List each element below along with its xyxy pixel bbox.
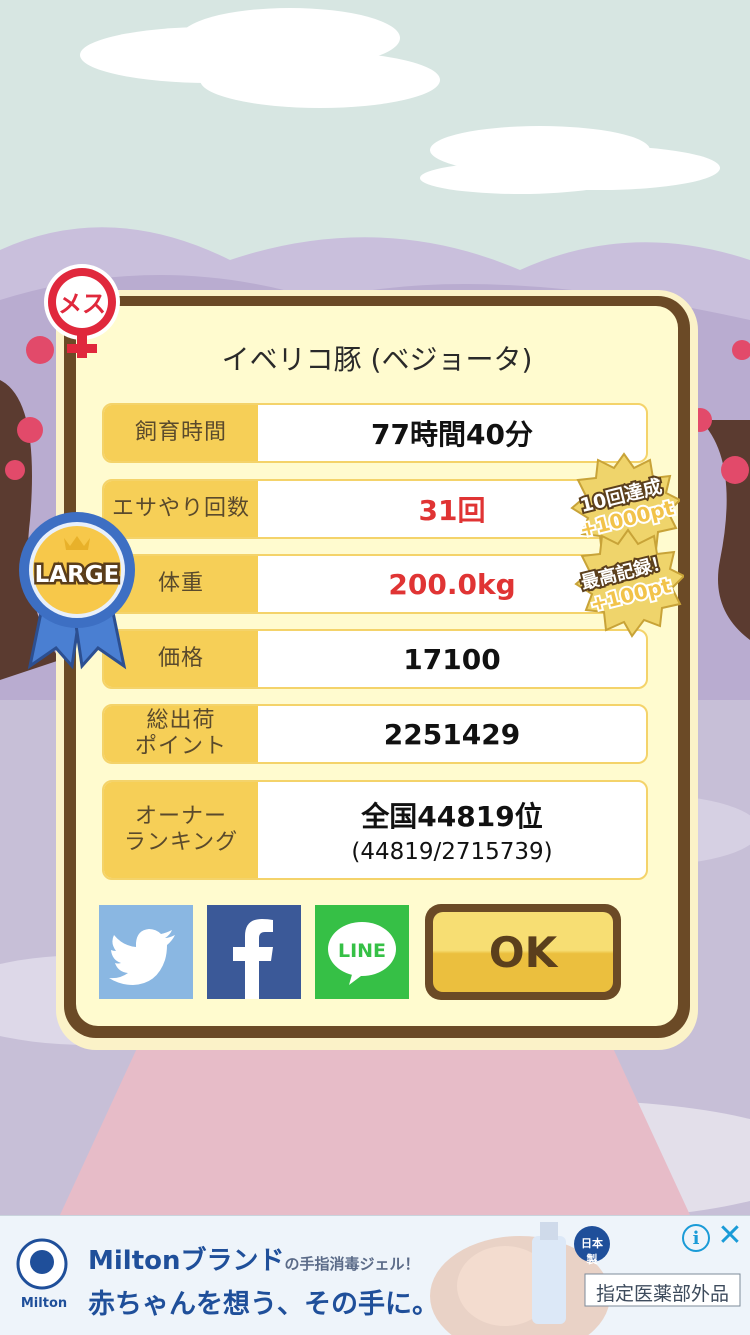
ad-banner[interactable]: Milton Miltonブランドの手指消毒ジェル！ 赤ちゃんを想う、その手に。… (0, 1215, 750, 1335)
twitter-share-button[interactable] (99, 905, 193, 999)
ad-category-label: 指定医薬部外品 (595, 1283, 729, 1305)
stat-row-weight: 体重 200.0kg (102, 554, 648, 614)
ad-info-icon[interactable]: i (682, 1224, 710, 1252)
stat-row-price: 価格 17100 (102, 629, 648, 689)
ok-button[interactable]: OK (425, 904, 621, 1000)
facebook-f-icon (233, 919, 273, 999)
ad-brand: Miltonブランドの手指消毒ジェル！ (88, 1240, 420, 1277)
stat-label-points: 総出荷 ポイント (104, 706, 258, 762)
stat-label-ranking: オーナー ランキング (104, 782, 258, 878)
ad-brand-name: Miltonブランド (88, 1246, 285, 1276)
line-share-button[interactable]: LINE (315, 905, 409, 999)
stat-label-time: 飼育時間 (104, 405, 258, 461)
ad-headline: 赤ちゃんを想う、その手に。 (88, 1289, 439, 1320)
female-badge: メス (36, 262, 128, 362)
record-achievement-badge: 最高記録！ +100pt (572, 528, 686, 640)
stat-label-ranking-line1: オーナー (134, 804, 227, 829)
ranking-national: 全国44819位 (361, 800, 543, 833)
stat-row-feed: エサやり回数 31回 (102, 479, 648, 539)
twitter-bird-icon (109, 929, 175, 985)
stat-row-ranking: オーナー ランキング 全国44819位 (44819/2715739) (102, 780, 648, 880)
stat-label-points-line1: 総出荷 (146, 708, 216, 733)
stat-row-time: 飼育時間 77時間40分 (102, 403, 648, 463)
large-ribbon-badge: LARGE (16, 498, 138, 670)
ad-close-icon[interactable]: ✕ (716, 1221, 744, 1251)
stat-value-points: 2251429 (383, 717, 521, 751)
stat-label-ranking-line2: ランキング (123, 830, 239, 855)
large-ribbon-label: LARGE (35, 562, 120, 588)
ad-brand-sub: の手指消毒ジェル！ (284, 1255, 420, 1273)
line-icon: LINE (328, 922, 396, 985)
facebook-share-button[interactable] (207, 905, 301, 999)
stat-value-ranking: 全国44819位 (44819/2715739) (258, 782, 646, 878)
female-badge-label: メス (58, 290, 106, 318)
ad-made-in-japan-badge: 日本製 (581, 1237, 603, 1266)
stat-row-points: 総出荷 ポイント 2251429 (102, 704, 648, 764)
stat-label-points-line2: ポイント (134, 734, 227, 759)
ok-button-label: OK (433, 912, 613, 992)
pig-name-title: イベリコ豚 (ベジョータ) (221, 343, 533, 376)
ad-logo-text: Milton (20, 1296, 68, 1311)
ranking-detail: (44819/2715739) (351, 839, 553, 865)
line-icon-label: LINE (338, 940, 386, 962)
